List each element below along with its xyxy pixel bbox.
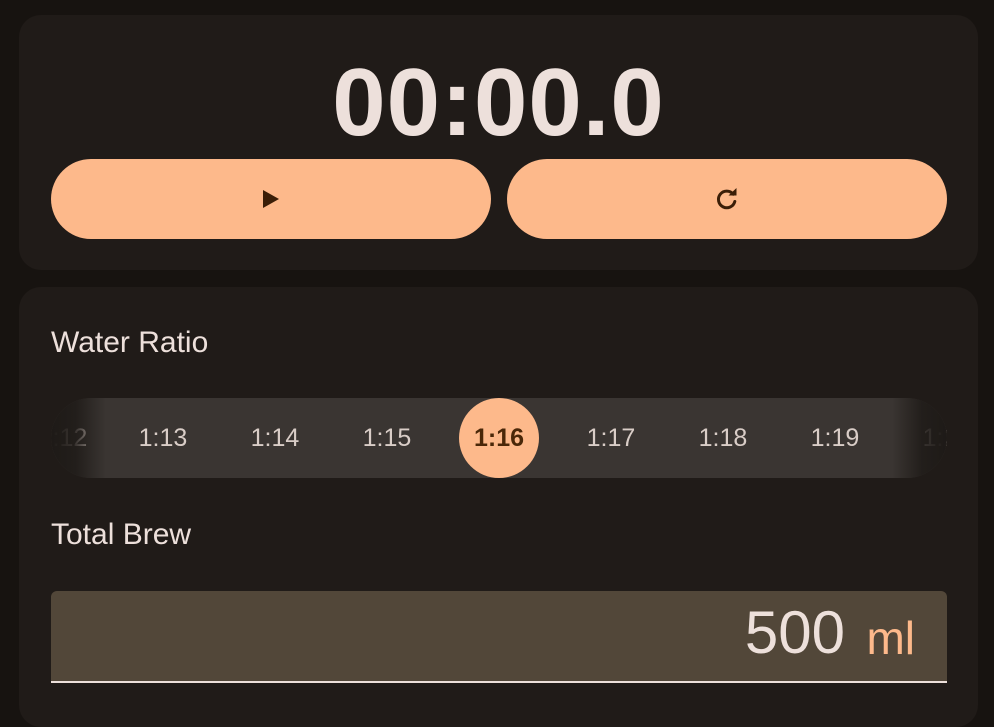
play-icon: [262, 189, 280, 209]
total-brew-label: Total Brew: [51, 518, 192, 551]
timer-card: 00:00.0: [19, 15, 978, 270]
ratio-card: Water Ratio 1:12 1:13 1:14 1:15 1:16 1:1…: [19, 287, 978, 727]
ratio-option-1-15[interactable]: 1:15: [337, 398, 437, 478]
reset-button[interactable]: [507, 159, 947, 239]
ratio-option-1-19[interactable]: 1:19: [785, 398, 885, 478]
water-ratio-label: Water Ratio: [51, 326, 209, 359]
ratio-option-selected[interactable]: 1:16: [459, 398, 539, 478]
total-brew-unit: ml: [866, 612, 915, 664]
total-brew-input[interactable]: 500 ml: [51, 591, 947, 683]
timer-display: 00:00.0: [332, 49, 665, 156]
ratio-option-1-13[interactable]: 1:13: [113, 398, 213, 478]
ratio-picker[interactable]: 1:12 1:13 1:14 1:15 1:16 1:17 1:18 1:19 …: [51, 398, 947, 478]
ratio-option-1-12[interactable]: 1:12: [51, 398, 113, 478]
ratio-option-1-14[interactable]: 1:14: [225, 398, 325, 478]
ratio-option-1-18[interactable]: 1:18: [673, 398, 773, 478]
ratio-option-1-20[interactable]: 1:20: [897, 398, 947, 478]
refresh-icon: [714, 186, 740, 212]
play-button[interactable]: [51, 159, 491, 239]
total-brew-value[interactable]: 500: [745, 603, 845, 663]
ratio-option-1-17[interactable]: 1:17: [561, 398, 661, 478]
